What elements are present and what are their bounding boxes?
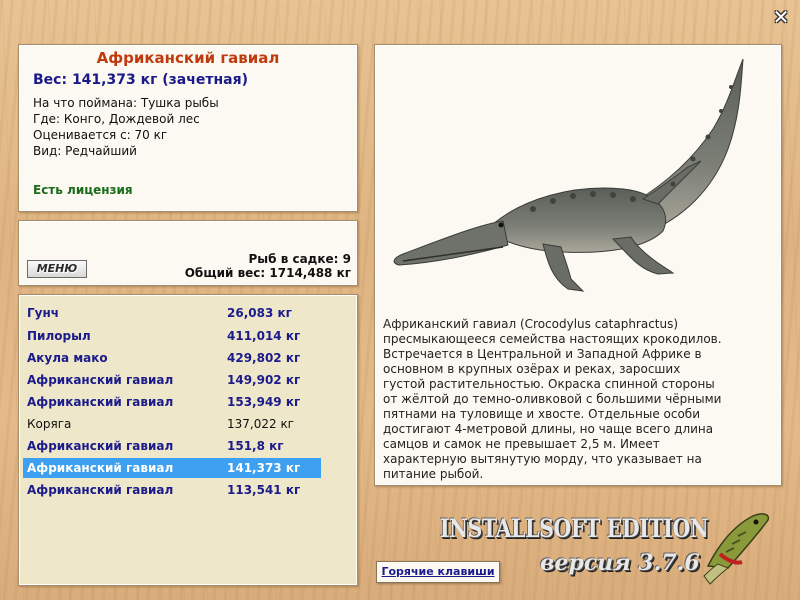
fish-info-panel: Африканский гавиал Вес: 141,373 кг (заче… [18, 44, 358, 212]
list-item-name: Коряга [27, 417, 72, 431]
cage-total-weight: Общий вес: 1714,488 кг [184, 266, 351, 280]
list-item-weight: 141,373 кг [227, 461, 301, 475]
hotkeys-button[interactable]: Горячие клавиши [376, 561, 500, 583]
menu-button[interactable]: МЕНЮ [27, 260, 87, 278]
list-item-name: Акула мако [27, 351, 108, 365]
list-item-weight: 26,083 кг [227, 306, 292, 320]
catch-list: Гунч 26,083 кг Пилорыл 411,014 кг Акула … [18, 294, 358, 586]
list-item[interactable]: Акула мако 429,802 кг [23, 348, 321, 368]
list-item-weight: 149,902 кг [227, 373, 301, 387]
fish-picture-panel: Африканский гавиал (Crocodylus cataphrac… [374, 44, 782, 486]
brand-title: INSTALLSOFT EDITION [440, 514, 709, 543]
list-item[interactable]: Африканский гавиал 149,902 кг [23, 370, 321, 390]
list-item-weight: 429,802 кг [227, 351, 301, 365]
list-item[interactable]: Африканский гавиал 153,949 кг [23, 392, 321, 412]
list-item[interactable]: Коряга 137,022 кг [23, 414, 321, 434]
min-weight-info: Оценивается с: 70 кг [33, 128, 168, 142]
list-item-weight: 151,8 кг [227, 439, 284, 453]
list-item[interactable]: Пилорыл 411,014 кг [23, 326, 321, 346]
cage-panel: МЕНЮ Рыб в садке: 9 Общий вес: 1714,488 … [18, 220, 358, 286]
crocodile-icon [393, 58, 744, 292]
brand-version: версия 3.7.6 [540, 550, 700, 576]
bait-info: На что поймана: Тушка рыбы [33, 96, 219, 110]
license-status: Есть лицензия [33, 183, 133, 197]
list-item-name: Африканский гавиал [27, 373, 174, 387]
list-item-weight: 137,022 кг [227, 417, 294, 431]
list-item[interactable]: Африканский гавиал 113,541 кг [23, 480, 321, 500]
list-item-selected[interactable]: Африканский гавиал 141,373 кг [23, 458, 321, 478]
list-item[interactable]: Африканский гавиал 151,8 кг [23, 436, 321, 456]
close-button[interactable]: ✕ [770, 6, 792, 28]
list-item-name: Африканский гавиал [27, 461, 174, 475]
list-item-name: Африканский гавиал [27, 483, 174, 497]
pike-icon [703, 513, 770, 585]
list-item-weight: 411,014 кг [227, 329, 301, 343]
list-item-name: Гунч [27, 306, 59, 320]
fish-weight: Вес: 141,373 кг (зачетная) [33, 72, 248, 88]
list-item-name: Африканский гавиал [27, 395, 174, 409]
list-item[interactable]: Гунч 26,083 кг [23, 303, 321, 323]
fish-description: Африканский гавиал (Crocodylus cataphrac… [383, 317, 722, 481]
list-item-weight: 153,949 кг [227, 395, 301, 409]
location-info: Где: Конго, Дождевой лес [33, 112, 200, 126]
list-item-weight: 113,541 кг [227, 483, 301, 497]
list-item-name: Пилорыл [27, 329, 91, 343]
cage-fish-count: Рыб в садке: 9 [248, 252, 352, 266]
list-item-name: Африканский гавиал [27, 439, 174, 453]
fish-title: Африканский гавиал [96, 49, 280, 67]
rarity-info: Вид: Редчайший [33, 144, 137, 158]
